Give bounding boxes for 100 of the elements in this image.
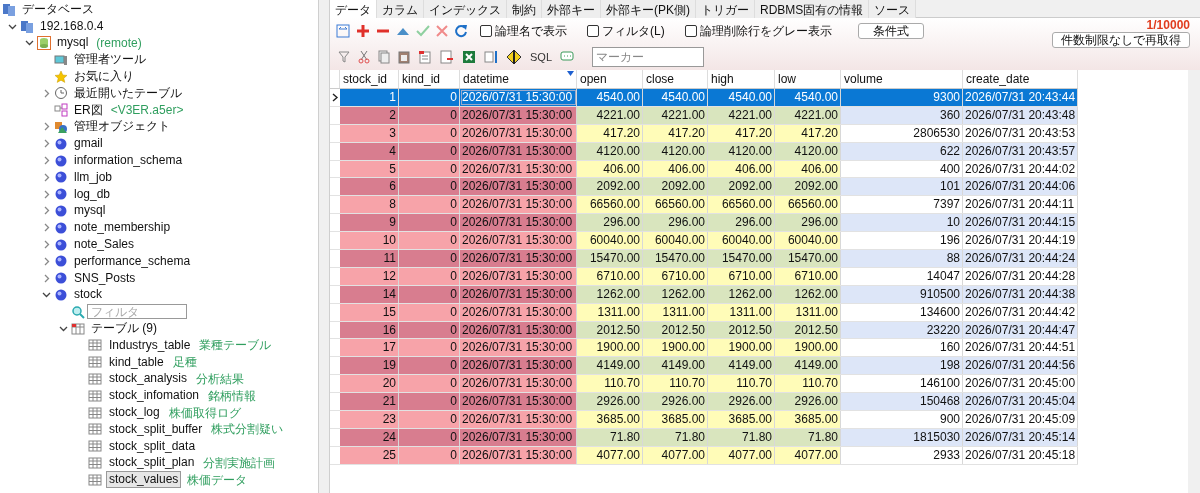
speech-bubble-icon[interactable]	[560, 51, 574, 63]
refetch-button[interactable]: 件数制限なしで再取得	[1052, 32, 1190, 48]
tree-item[interactable]: stock_infomation	[106, 387, 203, 405]
tree-item[interactable]: ER図	[72, 102, 105, 118]
table-row[interactable]: 1 0 2026/07/31 15:30:00 4540.00 4540.00 4540.00 4540.00 9300 2026/07/31 20:43:44	[330, 89, 1078, 107]
filter-field[interactable]: フィルタ	[87, 304, 187, 320]
table-cell: 296.00	[708, 214, 775, 232]
sign-icon[interactable]	[506, 49, 522, 65]
spreadsheet-icon[interactable]	[462, 50, 476, 64]
column-header[interactable]: kind_id	[399, 70, 460, 88]
table-row[interactable]: 12 0 2026/07/31 15:30:00 6710.00 6710.00 6710.00 6710.00 14047 2026/07/31 20:44:28	[330, 267, 1078, 286]
cross-icon[interactable]	[436, 25, 448, 37]
column-header[interactable]: high	[708, 70, 775, 88]
check-icon[interactable]	[416, 25, 430, 37]
tree-item[interactable]: stock_analysis	[106, 370, 191, 388]
table-cell: 2026/07/31 20:44:51	[963, 339, 1078, 357]
table-row[interactable]: 17 0 2026/07/31 15:30:00 1900.00 1900.00 1900.00 1900.00 160 2026/07/31 20:44:51	[330, 339, 1078, 358]
tree-item[interactable]: 管理オブジェクト	[72, 119, 172, 135]
table-row[interactable]: 8 0 2026/07/31 15:30:00 66560.00 66560.00 66560.00 66560.00 7397 2026/07/31 20:44:11	[330, 196, 1078, 215]
plus-icon[interactable]	[356, 24, 370, 38]
table-row[interactable]: 2 0 2026/07/31 15:30:00 4221.00 4221.00 4221.00 4221.00 360 2026/07/31 20:43:48	[330, 106, 1078, 125]
column-header[interactable]: low	[775, 70, 841, 88]
scrollbar[interactable]	[1188, 70, 1200, 493]
table-row[interactable]: 6 0 2026/07/31 15:30:00 2092.00 2092.00 2092.00 2092.00 101 2026/07/31 20:44:06	[330, 178, 1078, 197]
table-row[interactable]: 25 0 2026/07/31 15:30:00 4077.00 4077.00 4077.00 4077.00 2933 2026/07/31 20:45:18	[330, 446, 1078, 465]
tree-item[interactable]: stock_values	[106, 471, 182, 489]
column-header[interactable]: open	[577, 70, 643, 88]
checkbox[interactable]	[684, 25, 697, 37]
table-row[interactable]: 19 0 2026/07/31 15:30:00 4149.00 4149.00 4149.00 4149.00 198 2026/07/31 20:44:56	[330, 357, 1078, 376]
table-row[interactable]: 14 0 2026/07/31 15:30:00 1262.00 1262.00 1262.00 1262.00 910500 2026/07/31 20:44:38	[330, 285, 1078, 304]
table-row[interactable]: 24 0 2026/07/31 15:30:00 71.80 71.80 71.80 71.80 1815030 2026/07/31 20:45:14	[330, 428, 1078, 447]
table-row[interactable]: 3 0 2026/07/31 15:30:00 417.20 417.20 417.20 417.20 2806530 2026/07/31 20:43:53	[330, 124, 1078, 143]
tree-item[interactable]: お気に入り	[72, 69, 136, 85]
column-header[interactable]: volume	[841, 70, 963, 88]
table-row[interactable]: 20 0 2026/07/31 15:30:00 110.70 110.70 110.70 110.70 146100 2026/07/31 20:45:00	[330, 375, 1078, 394]
tree-item[interactable]: performance_schema	[72, 253, 193, 269]
tree-item[interactable]: llm_job	[72, 169, 114, 185]
table-cell: 1900.00	[577, 339, 643, 357]
table-cell: 0	[399, 178, 460, 196]
column-header[interactable]: stock_id	[340, 70, 399, 88]
sphere-icon	[54, 170, 68, 185]
chevron-down-icon[interactable]	[41, 290, 51, 300]
table-row[interactable]: 11 0 2026/07/31 15:30:00 15470.00 15470.00 15470.00 15470.00 88 2026/07/31 20:44:24	[330, 250, 1078, 268]
table-cell: 0	[399, 339, 460, 357]
tree-item[interactable]: note_membership	[72, 220, 173, 236]
table-cell: 0	[399, 214, 460, 232]
scissors-icon[interactable]	[358, 50, 370, 64]
column-width-icon[interactable]	[336, 24, 350, 38]
tree-item[interactable]: mysql	[72, 203, 108, 219]
column-header[interactable]: datetime	[460, 70, 577, 88]
copy-icon[interactable]	[378, 50, 390, 64]
tree-item[interactable]: 管理者ツール	[72, 52, 148, 68]
table-row[interactable]: 21 0 2026/07/31 15:30:00 2926.00 2926.00 2926.00 2926.00 150468 2026/07/31 20:45:04	[330, 393, 1078, 412]
shapes-icon	[54, 119, 68, 134]
tab[interactable]: RDBMS固有の情報	[755, 0, 870, 19]
table-cell: 296.00	[775, 214, 841, 232]
chevron-down-icon[interactable]	[24, 38, 34, 48]
column-header[interactable]: create_date	[963, 70, 1078, 88]
condition-button[interactable]: 条件式	[857, 23, 924, 39]
tree-item[interactable]: 192.168.0.4	[38, 18, 106, 34]
table-row[interactable]: 5 0 2026/07/31 15:30:00 406.00 406.00 406.00 406.00 400 2026/07/31 20:44:02	[330, 160, 1078, 179]
tree-item[interactable]: stock	[72, 287, 104, 303]
checkbox[interactable]	[587, 25, 599, 37]
tree-item[interactable]: データベース	[20, 1, 96, 17]
tree-item[interactable]: stock_split_buffer	[106, 420, 206, 438]
tree-item[interactable]: gmail	[72, 136, 105, 152]
table-row[interactable]: 10 0 2026/07/31 15:30:00 60040.00 60040.00 60040.00 60040.00 196 2026/07/31 20:44:19	[330, 232, 1078, 250]
chevron-down-icon[interactable]	[58, 324, 68, 334]
tree-item[interactable]: mysql	[55, 35, 91, 51]
up-triangle-icon[interactable]	[396, 26, 410, 36]
filter-icon[interactable]	[338, 51, 350, 63]
tree-item[interactable]: テーブル (9)	[89, 321, 159, 337]
paste-icon[interactable]	[398, 50, 410, 64]
tree-item[interactable]: stock_split_plan	[106, 454, 198, 472]
tree-item[interactable]: Industrys_table	[106, 336, 194, 354]
table-row[interactable]: 9 0 2026/07/31 15:30:00 296.00 296.00 296.00 296.00 10 2026/07/31 20:44:15	[330, 214, 1078, 233]
tree-item[interactable]: 最近開いたテーブル	[72, 85, 184, 101]
table-row[interactable]: 16 0 2026/07/31 15:30:00 2012.50 2012.50 2012.50 2012.50 23220 2026/07/31 20:44:47	[330, 321, 1078, 340]
checkbox[interactable]	[480, 25, 492, 37]
tree-item[interactable]: log_db	[72, 186, 113, 202]
document-icon[interactable]	[418, 50, 432, 64]
sphere-icon	[54, 153, 68, 168]
table-cell: 2926.00	[577, 393, 643, 411]
tree-item[interactable]: SNS_Posts	[72, 270, 138, 286]
tree-item[interactable]: note_Sales	[72, 237, 137, 253]
table-row[interactable]: 15 0 2026/07/31 15:30:00 1311.00 1311.00 1311.00 1311.00 134600 2026/07/31 20:44:42	[330, 303, 1078, 322]
marker-field[interactable]: マーカー	[592, 47, 704, 67]
tree-item[interactable]: stock_log	[106, 404, 163, 422]
table-row[interactable]: 4 0 2026/07/31 15:30:00 4120.00 4120.00 4120.00 4120.00 622 2026/07/31 20:43:57	[330, 142, 1078, 161]
sql-button[interactable]: SQL	[530, 50, 552, 64]
tree-item[interactable]: kind_table	[106, 353, 167, 371]
refresh-icon[interactable]	[454, 24, 468, 38]
column-header[interactable]: close	[643, 70, 708, 88]
table-row[interactable]: 23 0 2026/07/31 15:30:00 3685.00 3685.00 3685.00 3685.00 900 2026/07/31 20:45:09	[330, 411, 1078, 429]
tree-item[interactable]: stock_split_data	[106, 437, 199, 455]
document-height-icon[interactable]	[484, 50, 498, 64]
tree-item[interactable]: information_schema	[72, 153, 185, 169]
table-cell: 2026/07/31 20:45:04	[963, 393, 1078, 411]
server-icon	[20, 19, 34, 34]
checkbox-label: フィルタ(L)	[602, 23, 665, 40]
